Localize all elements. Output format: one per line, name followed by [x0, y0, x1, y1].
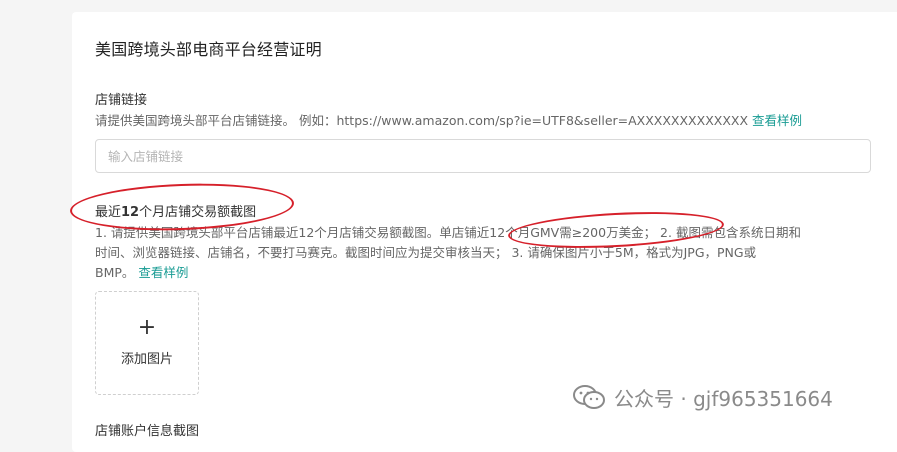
sales-example-link[interactable]: 查看样例 — [138, 265, 188, 280]
sales-help-line-3: BMP。 — [95, 265, 135, 280]
sales-screenshot-label: 最近12个月店铺交易额截图 — [95, 201, 256, 220]
store-link-input-wrapper — [95, 139, 871, 173]
plus-icon: + — [137, 315, 157, 340]
add-image-upload[interactable]: + 添加图片 — [95, 291, 199, 395]
store-link-help-text: 请提供美国跨境头部平台店铺链接。 例如：https://www.amazon.c… — [95, 113, 749, 128]
watermark-text: 公众号 · gjf965351664 — [614, 386, 833, 411]
sales-label-prefix: 最近 — [95, 205, 122, 220]
sales-help-line-1: 1. 请提供美国跨境头部平台店铺最近12个月店铺交易额截图。单店铺近12个月GM… — [95, 225, 801, 240]
account-info-label: 店铺账户信息截图 — [95, 424, 200, 439]
wechat-icon — [573, 385, 605, 409]
store-link-help: 请提供美国跨境头部平台店铺链接。 例如：https://www.amazon.c… — [95, 111, 802, 131]
sales-label-number: 12 — [121, 205, 140, 220]
store-link-input[interactable] — [96, 140, 870, 172]
page-title: 美国跨境头部电商平台经营证明 — [95, 40, 322, 59]
sales-label-suffix: 个月店铺交易额截图 — [139, 205, 257, 220]
store-link-label: 店铺链接 — [95, 93, 148, 108]
sales-help-line-3-wrap: BMP。 查看样例 — [95, 263, 885, 283]
store-link-example-link[interactable]: 查看样例 — [752, 113, 802, 128]
sales-screenshot-help: 1. 请提供美国跨境头部平台店铺最近12个月店铺交易额截图。单店铺近12个月GM… — [95, 223, 885, 283]
watermark: 公众号 · gjf965351664 — [572, 382, 833, 412]
add-image-label: 添加图片 — [120, 352, 173, 367]
sales-help-line-2: 时间、浏览器链接、店铺名，不要打马赛克。截图时间应为提交审核当天； 3. 请确保… — [95, 245, 757, 260]
